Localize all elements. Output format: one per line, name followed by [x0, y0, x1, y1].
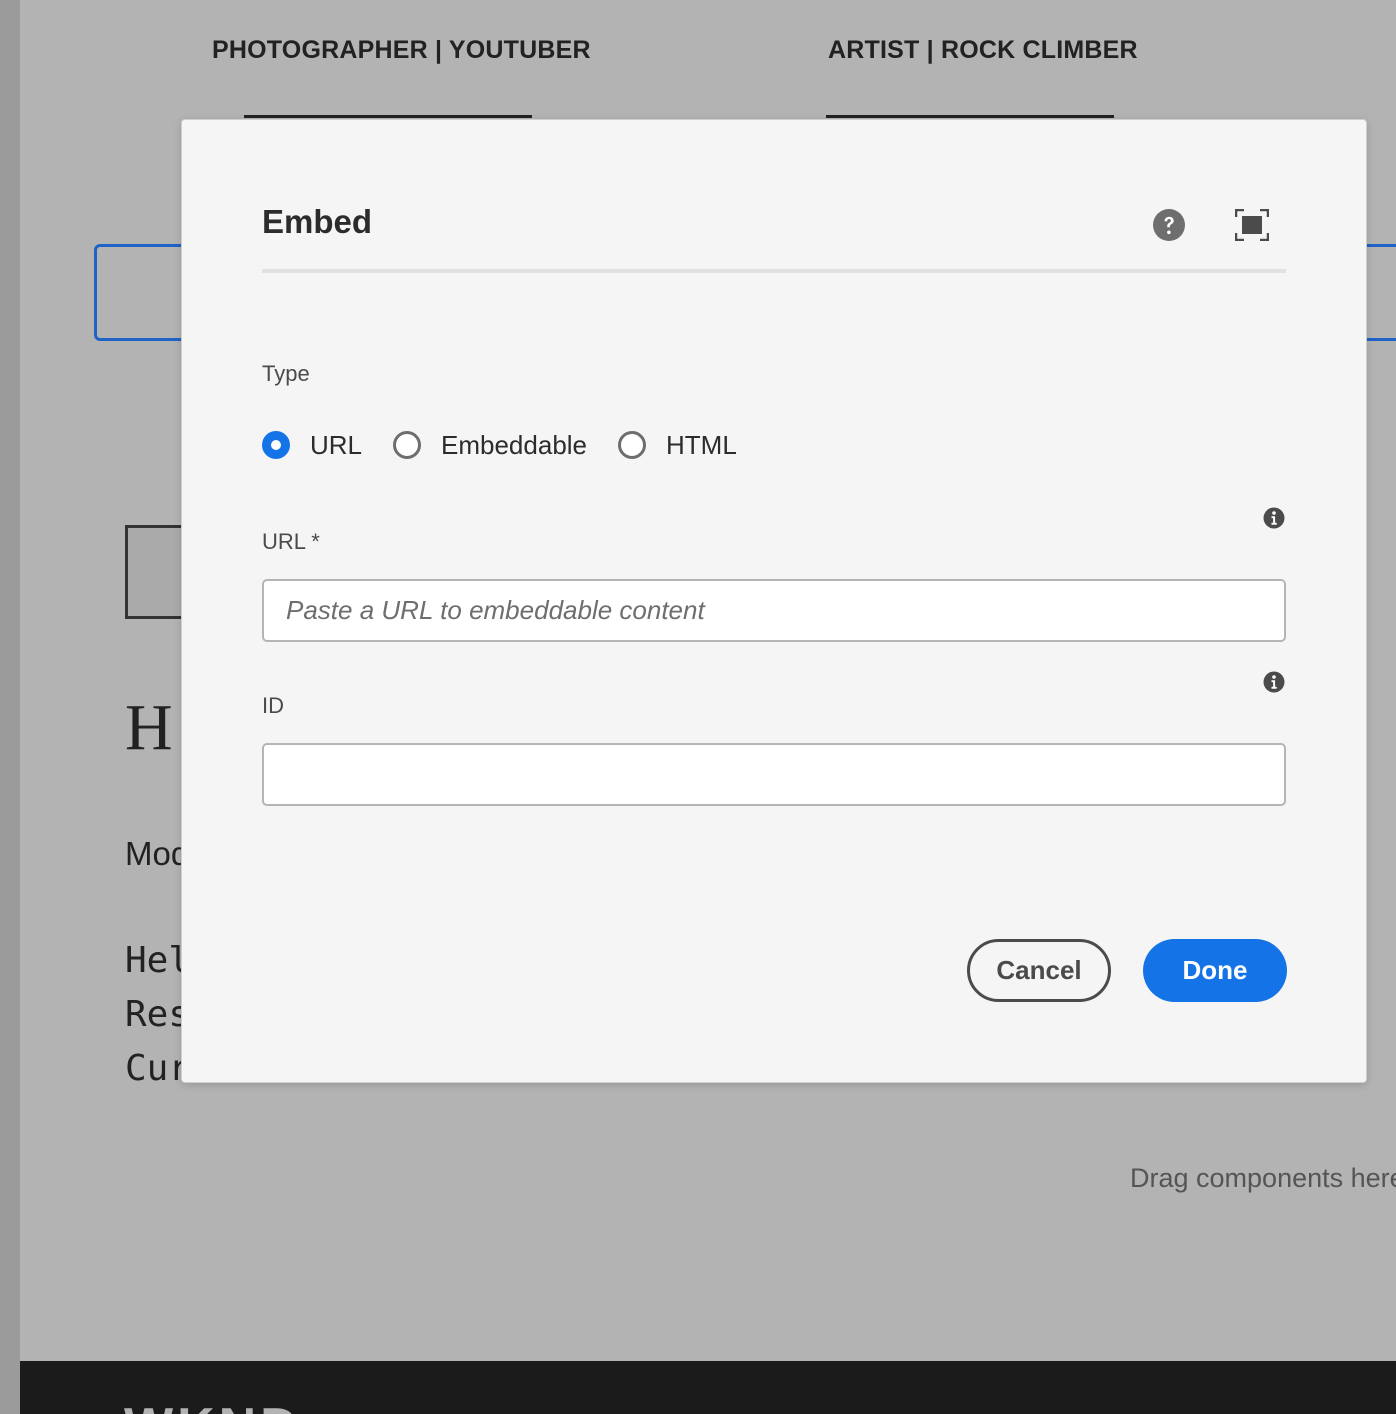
- card-underline-1: [244, 115, 532, 118]
- embed-dialog: Embed Type URL Embeddable HTML URL * Pas…: [181, 119, 1367, 1083]
- radio-url-button[interactable]: [262, 431, 290, 459]
- id-label: ID: [262, 693, 284, 718]
- radio-url-label: URL: [310, 429, 363, 460]
- url-label: URL *: [262, 529, 320, 554]
- radio-embeddable-button[interactable]: [393, 431, 422, 459]
- background-heading: H: [125, 691, 173, 764]
- radio-html-button[interactable]: [618, 431, 647, 459]
- radio-embeddable-label: Embeddable: [441, 429, 588, 460]
- id-input[interactable]: [262, 743, 1286, 806]
- card-role-1: PHOTOGRAPHER | YOUTUBER: [212, 36, 591, 64]
- id-info-icon[interactable]: [1263, 671, 1285, 693]
- done-button[interactable]: Done: [1143, 939, 1287, 1002]
- card-role-2: ARTIST | ROCK CLIMBER: [828, 36, 1138, 64]
- footer-logo: WKND: [124, 1397, 302, 1414]
- dialog-title: Embed: [262, 203, 373, 240]
- type-radio-group: URL Embeddable HTML: [262, 425, 768, 465]
- cancel-button[interactable]: Cancel: [967, 939, 1111, 1002]
- type-label: Type: [262, 361, 310, 386]
- background-text: Mod: [125, 835, 190, 872]
- fullscreen-icon[interactable]: [1235, 209, 1269, 241]
- radio-url[interactable]: URL: [262, 430, 362, 461]
- page-footer: WKND: [20, 1361, 1396, 1414]
- radio-html-label: HTML: [666, 429, 737, 460]
- help-icon[interactable]: [1152, 208, 1186, 242]
- title-divider: [262, 269, 1286, 273]
- card-underline-2: [826, 115, 1114, 118]
- url-info-icon[interactable]: [1263, 507, 1285, 529]
- radio-html[interactable]: HTML: [618, 430, 737, 461]
- url-input[interactable]: [262, 579, 1286, 642]
- drag-components-hint: Drag components here: [1130, 1163, 1396, 1193]
- left-rail: [0, 0, 20, 1414]
- radio-embeddable[interactable]: Embeddable: [393, 430, 587, 461]
